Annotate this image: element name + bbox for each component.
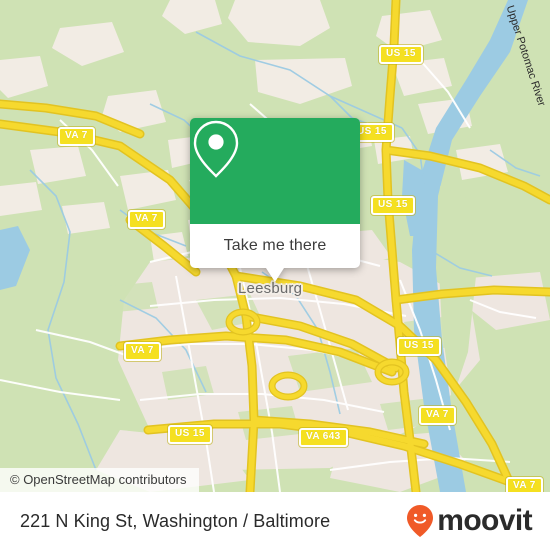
popup-tail: [266, 268, 284, 282]
road-shield: VA 643: [299, 428, 348, 447]
road-shield: US 15: [371, 196, 415, 215]
map-attribution[interactable]: © OpenStreetMap contributors: [0, 468, 199, 492]
attribution-text: © OpenStreetMap contributors: [10, 472, 187, 487]
place-label-leesburg: Leesburg: [238, 280, 303, 297]
road-shield: US 15: [397, 337, 441, 356]
road-shield: US 15: [168, 425, 212, 444]
moovit-wordmark: moovit: [437, 504, 532, 537]
take-me-there-label: Take me there: [223, 237, 327, 254]
popup-icon-area: [190, 118, 360, 224]
footer-bar: 221 N King St, Washington / Baltimore mo…: [0, 492, 550, 550]
road-shield: VA 7: [58, 127, 95, 146]
address-label: 221 N King St, Washington / Baltimore: [20, 510, 331, 531]
map-screen: Leesburg Upper Potomac River US 15 US 15…: [0, 0, 550, 550]
road-shield: VA 7: [506, 477, 543, 492]
moovit-logo[interactable]: moovit: [405, 504, 533, 538]
destination-popup[interactable]: Take me there: [190, 118, 360, 282]
map-canvas[interactable]: Leesburg Upper Potomac River US 15 US 15…: [0, 0, 550, 492]
take-me-there-button[interactable]: Take me there: [190, 224, 360, 268]
road-shield: VA 7: [128, 210, 165, 229]
moovit-smiley-pin-icon: [407, 505, 434, 537]
map-pin-icon: [193, 120, 239, 178]
road-shield: US 15: [379, 45, 423, 64]
road-shield: VA 7: [124, 342, 161, 361]
road-shield: VA 7: [419, 406, 456, 425]
